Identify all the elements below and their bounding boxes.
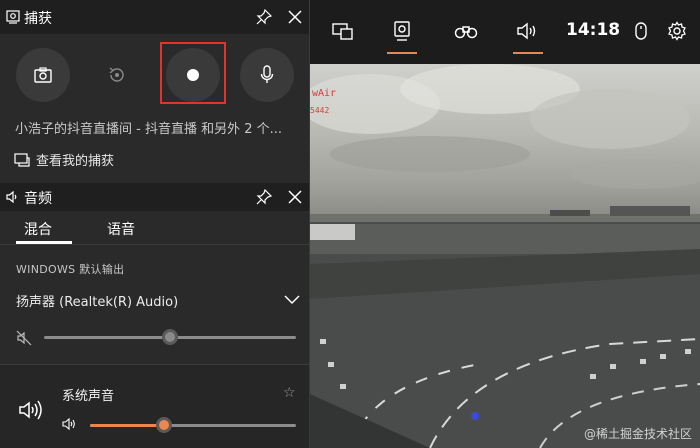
widget-menu-button[interactable] (328, 14, 358, 48)
system-volume-fill (90, 424, 165, 427)
binoculars-icon (454, 26, 478, 39)
system-speaker-icon (19, 400, 42, 420)
output-device-select[interactable]: 扬声器 (Realtek(R) Audio) (16, 289, 300, 311)
pin-icon[interactable] (256, 9, 272, 25)
watermark: @稀土掘金技术社区 (583, 427, 692, 441)
record-last-button[interactable] (90, 48, 144, 102)
capture-status-text: 小浩子的抖音直播间 - 抖音直播 和另外 2 个... (15, 122, 283, 137)
pin-icon[interactable] (256, 189, 272, 205)
audio-title: 音频 (24, 191, 52, 207)
microphone-icon (260, 65, 274, 83)
game-bar-toolbar: 14:18 (310, 0, 700, 64)
chevron-down-icon (284, 295, 300, 305)
screenshot-button[interactable] (16, 48, 70, 102)
tab-mix[interactable]: 混合 (24, 219, 52, 239)
game-view: wAir 5442 @稀土掘金技术社区 (310, 64, 700, 448)
audio-header-icon (6, 190, 17, 204)
capture-header-icon (6, 10, 20, 24)
capture-widget: 捕获 小浩子的抖音直播间 - 抖音直播 和另外 2 个... 查看我的捕获 (0, 0, 309, 183)
capture-widget-button[interactable] (387, 14, 417, 54)
replay-icon (109, 67, 124, 82)
audio-widget: 音频 混合 语音 WINDOWS 默认输出 扬声器 (Realtek(R) Au… (0, 183, 309, 448)
mouse-icon (635, 22, 647, 40)
master-volume-thumb[interactable] (162, 329, 178, 345)
output-device-label: 扬声器 (Realtek(R) Audio) (16, 294, 179, 310)
tab-voice[interactable]: 语音 (107, 219, 135, 239)
panel-divider (309, 0, 310, 448)
close-icon[interactable] (287, 9, 303, 25)
system-volume-thumb[interactable] (156, 417, 173, 433)
tabs-divider (0, 244, 309, 245)
gallery-icon (14, 152, 30, 167)
speaker-icon (517, 22, 536, 40)
close-icon[interactable] (287, 189, 303, 205)
system-sounds-label: 系统声音 (62, 389, 115, 404)
hud-callsign: wAir (312, 88, 337, 99)
capture-header: 捕获 (0, 0, 309, 34)
audio-widget-button[interactable] (513, 14, 543, 54)
volume-icon[interactable] (62, 417, 78, 431)
airport-scene (310, 64, 700, 448)
camera-icon (34, 67, 52, 83)
settings-button[interactable] (662, 14, 692, 48)
hud-number: 5442 (310, 106, 330, 115)
capture-title: 捕获 (24, 11, 52, 27)
performance-widget-button[interactable] (451, 14, 481, 48)
capture-active-indicator (387, 52, 417, 54)
clock: 14:18 (566, 20, 621, 40)
audio-header: 音频 (0, 183, 309, 211)
view-captures-link[interactable]: 查看我的捕获 (14, 150, 114, 169)
widget-menu-icon (332, 23, 353, 40)
favorite-star-icon[interactable]: ☆ (283, 385, 296, 401)
audio-active-indicator (513, 52, 543, 54)
capture-icon (394, 21, 410, 41)
system-sounds-section: 系统声音 ☆ (0, 364, 309, 448)
microphone-button[interactable] (240, 48, 294, 102)
record-highlight-box (160, 42, 226, 104)
output-section-label: WINDOWS 默认输出 (16, 263, 125, 276)
view-captures-label: 查看我的捕获 (36, 154, 115, 169)
volume-muted-icon[interactable] (16, 330, 32, 346)
mouse-settings-button[interactable] (626, 14, 656, 48)
gear-icon (668, 21, 686, 41)
